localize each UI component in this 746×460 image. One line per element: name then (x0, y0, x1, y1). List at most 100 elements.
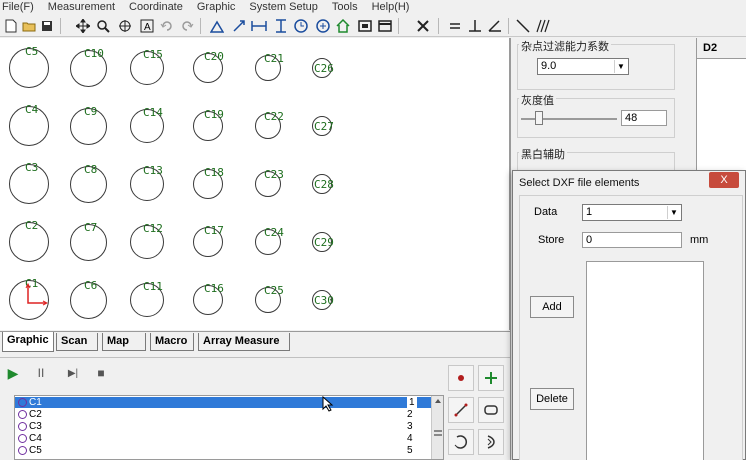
filter-combo[interactable]: 9.0 ▼ (537, 58, 629, 75)
circle-label: C19 (204, 108, 224, 121)
circle-label: C17 (204, 224, 224, 237)
list-item[interactable]: C1 1 (15, 397, 433, 408)
list-item[interactable]: C4 4 (15, 433, 433, 444)
circle-label: C3 (25, 161, 39, 174)
chevron-down-icon: ▼ (667, 206, 680, 219)
circle-label: C9 (84, 104, 98, 118)
menu-help[interactable]: Help(H) (372, 1, 410, 13)
undo-icon[interactable] (158, 17, 176, 35)
circle-label: C12 (143, 222, 163, 235)
line-tool-icon[interactable] (448, 397, 474, 423)
svg-text:A: A (144, 22, 151, 33)
zoom-icon[interactable] (94, 17, 112, 35)
graphic-canvas[interactable]: C5 C10 C15 C20 C21 C26 C4 C9 C14 C19 C22 C27 C3 C8 C13… (0, 38, 510, 330)
app-window: File(F) Measurement Coordinate Graphic S… (0, 0, 746, 460)
window-icon[interactable] (376, 17, 394, 35)
element-select-list[interactable] (586, 261, 704, 460)
menu-bar: File(F) Measurement Coordinate Graphic S… (0, 0, 746, 14)
menu-graphic[interactable]: Graphic (197, 1, 236, 13)
data-combo[interactable]: 1 ▼ (582, 204, 682, 221)
circle-label: C16 (204, 282, 224, 295)
list-item[interactable]: C5 5 (15, 445, 433, 456)
circle-label: C8 (84, 162, 98, 176)
circle-label: C29 (314, 236, 334, 249)
circle-icon (18, 398, 27, 407)
origin-axes-icon (25, 283, 48, 306)
element-list[interactable]: C1 1 C2 2 C3 3 C4 4 C5 5 (14, 395, 444, 460)
pause-icon[interactable]: II (30, 362, 52, 384)
menu-measurement[interactable]: Measurement (48, 1, 115, 13)
circle-label: C22 (264, 110, 284, 123)
tab-array-measure[interactable]: Array Measure (198, 333, 290, 351)
circle-label: C5 (25, 45, 39, 58)
curve-tool-icon[interactable] (478, 429, 504, 455)
fit-icon[interactable] (116, 17, 134, 35)
circle-label: C15 (143, 48, 163, 61)
dxf-select-dialog: Select DXF file elements X Data 1 ▼ Stor… (512, 170, 746, 460)
vertical-distance-icon[interactable] (272, 17, 290, 35)
menu-system-setup[interactable]: System Setup (249, 1, 317, 13)
text-icon[interactable]: A (138, 17, 156, 35)
circle-label: C18 (204, 166, 224, 179)
tab-macro[interactable]: Macro (150, 333, 194, 351)
unit-label: mm (690, 234, 709, 246)
tools-icon[interactable] (414, 17, 432, 35)
circle-label: C28 (314, 178, 334, 191)
save-icon[interactable] (38, 17, 56, 35)
rect-icon[interactable] (356, 17, 374, 35)
circle-icon (18, 422, 27, 431)
close-button[interactable]: X (709, 172, 739, 188)
edit-point-icon[interactable] (208, 17, 226, 35)
play-icon[interactable]: ▶ (2, 362, 24, 384)
home-icon[interactable] (334, 17, 352, 35)
filter-title: 杂点过滤能力系数 (519, 38, 611, 54)
menu-coordinate[interactable]: Coordinate (129, 1, 183, 13)
playback-toolbar: ▶ II ▶| ■ (0, 357, 510, 387)
angle-icon[interactable] (486, 17, 504, 35)
parallel-icon[interactable] (534, 17, 552, 35)
circle-label: C10 (84, 46, 104, 60)
line-icon[interactable] (446, 17, 464, 35)
bw-title: 黑白辅助 (519, 146, 567, 162)
menu-tools[interactable]: Tools (332, 1, 358, 13)
rotate-icon[interactable] (292, 17, 310, 35)
align-icon[interactable] (230, 17, 248, 35)
gray-slider-thumb[interactable] (535, 111, 543, 125)
circle-label: C25 (264, 284, 284, 297)
list-item[interactable]: C3 3 (15, 421, 433, 432)
slot-tool-icon[interactable] (478, 397, 504, 423)
circle-label: C21 (264, 52, 284, 65)
add-button[interactable]: Add (530, 296, 574, 318)
open-folder-icon[interactable] (20, 17, 38, 35)
store-input[interactable]: 0 (582, 232, 682, 248)
dialog-body: Data 1 ▼ Store 0 mm Add Delete (519, 195, 743, 460)
delete-button[interactable]: Delete (530, 388, 574, 410)
step-icon[interactable]: ▶| (62, 362, 84, 384)
move-icon[interactable] (74, 17, 92, 35)
tab-map[interactable]: Map (102, 333, 146, 351)
slash-icon[interactable] (514, 17, 532, 35)
tab-graphic[interactable]: Graphic (2, 332, 54, 352)
gray-title: 灰度值 (519, 92, 556, 108)
arc-tool-icon[interactable] (448, 429, 474, 455)
stop-icon[interactable]: ■ (90, 362, 112, 384)
point-icon[interactable] (448, 365, 474, 391)
circle-label: C26 (314, 62, 334, 75)
gray-value-field[interactable]: 48 (621, 110, 667, 126)
menu-file[interactable]: File(F) (2, 1, 34, 13)
circle-label: C30 (314, 294, 334, 307)
circle-label: C14 (143, 106, 163, 119)
list-scrollbar[interactable] (431, 396, 443, 459)
list-item[interactable]: C2 2 (15, 409, 433, 420)
tool-palette (446, 363, 510, 460)
crosshair-icon[interactable] (478, 365, 504, 391)
view-tabs: Graphic Scan Map Macro Array Measure (0, 331, 510, 352)
perpendicular-icon[interactable] (466, 17, 484, 35)
circle-icon (18, 434, 27, 443)
distance-icon[interactable] (250, 17, 268, 35)
redo-icon[interactable] (178, 17, 196, 35)
main-toolbar: A (0, 15, 746, 37)
new-file-icon[interactable] (2, 17, 20, 35)
tab-scan[interactable]: Scan (56, 333, 98, 351)
mirror-icon[interactable] (314, 17, 332, 35)
